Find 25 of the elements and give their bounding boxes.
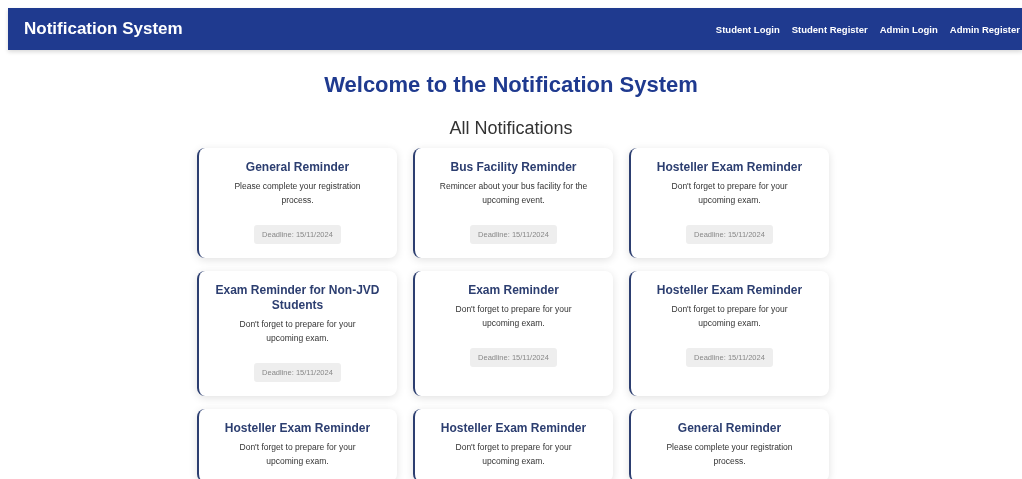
notification-title: General Reminder (245, 160, 350, 175)
site-title: Notification System (24, 19, 183, 39)
notification-message: Don't forget to prepare for your upcoming exam. (454, 303, 573, 331)
notification-title: Bus Facility Reminder (450, 160, 577, 175)
notification-message: Don't forget to prepare for your upcoming exam. (670, 180, 789, 207)
notification-title: Hosteller Exam Reminder (440, 421, 587, 437)
notification-title: General Reminder (677, 421, 782, 437)
notification-message: Please complete your registration process. (665, 441, 794, 469)
notification-message: Don't forget to prepare for your upcoming exam. (238, 318, 357, 346)
nav-link[interactable]: Admin Login (879, 23, 938, 35)
notification-title: Exam Reminder (468, 283, 559, 299)
notification-title: Hosteller Exam Reminder (224, 421, 371, 437)
nav-link[interactable]: Student Register (791, 23, 868, 35)
notification-message: Please complete your registration process. (233, 180, 362, 207)
notification-message: Remincer about your bus facility for the upcoming event. (438, 180, 589, 207)
notification-message: Don't forget to prepare for your upcoming exam. (238, 441, 357, 469)
notification-title: Exam Reminder for Non-JVD Students (214, 283, 381, 314)
nav-link[interactable]: Student Login (715, 23, 780, 35)
notification-title: Hosteller Exam Reminder (656, 283, 803, 299)
section-title: All Notifications (448, 118, 574, 139)
page-heading: Welcome to the Notification System (323, 72, 699, 98)
notification-message: Don't forget to prepare for your upcoming exam. (454, 441, 573, 469)
nav-link[interactable]: Admin Register (949, 23, 1020, 35)
notification-message: Don't forget to prepare for your upcoming exam. (670, 303, 789, 331)
notification-title: Hosteller Exam Reminder (656, 160, 803, 175)
